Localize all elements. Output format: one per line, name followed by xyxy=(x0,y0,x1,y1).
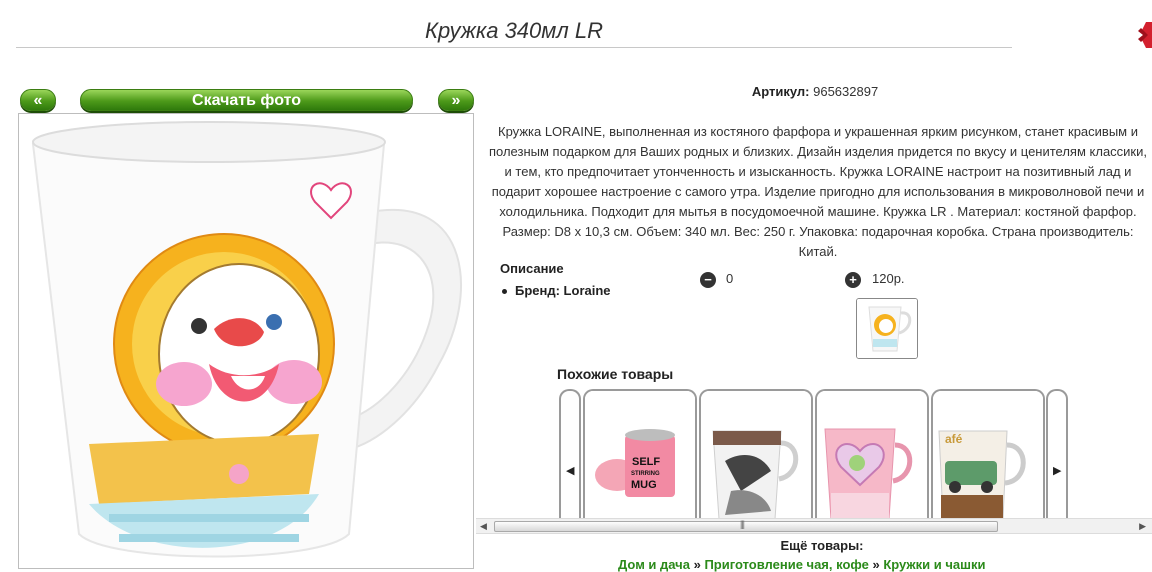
prev-photo-button[interactable]: « xyxy=(20,89,56,111)
breadcrumb-separator: » xyxy=(689,557,705,572)
brand-item: Бренд: Loraine xyxy=(502,283,611,298)
self-stirring-mug-image: SELF STIRRING MUG xyxy=(585,391,695,521)
grip-icon: ||| xyxy=(740,519,745,529)
svg-text:SELF: SELF xyxy=(632,456,660,468)
price-value: 120р. xyxy=(872,271,905,286)
breadcrumb-link-mugs-cups[interactable]: Кружки и чашки xyxy=(883,557,985,572)
mug-thumbnail-image xyxy=(857,299,917,358)
skip-forward-icon: ▶ xyxy=(1053,465,1062,477)
svg-text:STIRRING: STIRRING xyxy=(631,471,660,477)
similar-item-fashion-mug[interactable] xyxy=(699,389,813,521)
heart-mug-image xyxy=(817,391,927,521)
breadcrumb-link-home-garden[interactable]: Дом и дача xyxy=(618,557,690,572)
scrollbar-thumb[interactable]: ||| xyxy=(494,519,998,532)
fashion-mug-image xyxy=(701,391,811,521)
product-photo xyxy=(18,113,474,569)
breadcrumb: Дом и дача » Приготовление чая, кофе » К… xyxy=(618,557,985,572)
similar-products-title: Похожие товары xyxy=(557,366,674,382)
breadcrumb-link-tea-coffee[interactable]: Приготовление чая, кофе xyxy=(704,557,868,572)
carousel-next-button[interactable]: ▶ xyxy=(1046,389,1068,521)
similar-item-self-stirring-mug[interactable]: SELF STIRRING MUG xyxy=(583,389,697,521)
brand-label: Бренд: Loraine xyxy=(515,283,611,298)
close-icon[interactable] xyxy=(1138,20,1152,50)
page-title: Кружка 340мл LR xyxy=(16,14,1012,48)
bullet-icon xyxy=(502,289,507,295)
svg-text:MUG: MUG xyxy=(631,479,657,491)
minus-circle-icon[interactable]: − xyxy=(700,272,716,288)
quantity-value: 0 xyxy=(726,271,734,286)
product-description: Кружка LORAINE, выполненная из костяного… xyxy=(488,124,1147,259)
specs-title: Описание xyxy=(500,261,564,276)
mug-illustration xyxy=(31,121,462,558)
scroll-right-icon[interactable]: ▶ xyxy=(1139,521,1146,532)
next-photo-button[interactable]: » xyxy=(438,89,474,111)
plus-circle-icon[interactable]: + xyxy=(845,272,861,288)
car-mug-image: afé xyxy=(933,391,1043,521)
skip-back-icon: ◀ xyxy=(566,465,575,477)
similar-item-car-mug[interactable]: afé xyxy=(931,389,1045,521)
carousel-prev-button[interactable]: ◀ xyxy=(559,389,581,521)
breadcrumb-separator: » xyxy=(868,557,884,572)
more-products-title: Ещё товары: xyxy=(780,538,864,553)
product-thumbnail[interactable] xyxy=(856,298,918,359)
horizontal-scrollbar[interactable]: ◀ ||| ▶ xyxy=(476,518,1152,534)
scroll-left-icon[interactable]: ◀ xyxy=(480,521,487,532)
download-photo-button[interactable]: Скачать фото xyxy=(80,89,413,111)
similar-item-heart-mug[interactable] xyxy=(815,389,929,521)
article-value: 965632897 xyxy=(813,84,879,99)
article-label: Артикул: xyxy=(751,84,810,99)
article-number: Артикул: 965632897 xyxy=(690,84,940,99)
svg-text:afé: afé xyxy=(945,432,963,446)
